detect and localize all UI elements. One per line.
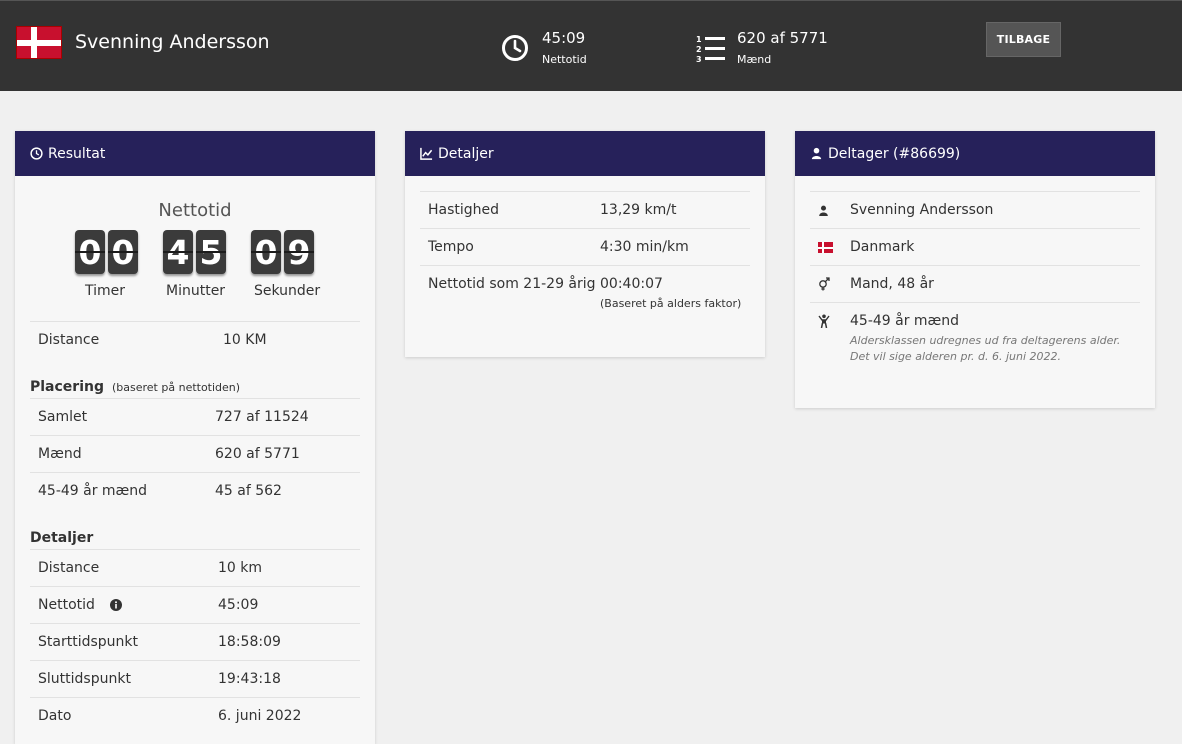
hours-flip: 0 0 <box>75 230 138 274</box>
ranked-list-icon: 1 2 3 <box>696 35 725 63</box>
table-row: Sluttidspunkt 19:43:18 <box>30 660 360 697</box>
seconds-label: Sekunder <box>254 283 321 299</box>
table-row: Hastighed 13,29 km/t <box>420 191 750 228</box>
participant-name-row: Svenning Andersson <box>810 191 1140 228</box>
nettotid-heading: Nettotid <box>158 200 232 221</box>
clock-icon <box>30 147 43 160</box>
clock-icon <box>502 35 528 61</box>
placement-value: 620 af 5771 <box>737 29 828 47</box>
back-button[interactable]: TILBAGE <box>986 22 1061 57</box>
details-card: Detaljer Hastighed 13,29 km/t Tempo 4:30… <box>405 131 765 357</box>
table-row: Tempo 4:30 min/km <box>420 228 750 265</box>
flip-digit: 0 <box>251 230 281 274</box>
participant-country-row: Danmark <box>810 228 1140 265</box>
svg-text:3: 3 <box>696 55 702 63</box>
flip-digit: 4 <box>163 230 193 274</box>
minutes-flip: 4 5 <box>163 230 226 274</box>
details-card-header: Detaljer <box>405 131 765 176</box>
table-row: Nettotid 45:09 <box>30 586 360 623</box>
info-icon[interactable] <box>110 599 122 611</box>
participant-card-title: Deltager (#86699) <box>828 145 961 162</box>
participant-card: Deltager (#86699) Svenning Andersson Dan… <box>795 131 1155 408</box>
table-row: Mænd 620 af 5771 <box>30 435 360 472</box>
line-chart-icon <box>420 147 433 160</box>
flip-digit: 0 <box>75 230 105 274</box>
denmark-flag-icon <box>16 26 62 59</box>
placement-label: Mænd <box>737 53 772 66</box>
table-row: Distance 10 km <box>30 549 360 586</box>
participant-card-header: Deltager (#86699) <box>795 131 1155 176</box>
svg-text:1: 1 <box>696 35 702 44</box>
distance-label: Distance <box>38 332 100 348</box>
flip-digit: 9 <box>284 230 314 274</box>
user-icon <box>819 205 828 216</box>
details-card-title: Detaljer <box>438 145 494 162</box>
denmark-flag-icon <box>818 242 833 253</box>
net-time-value: 45:09 <box>542 29 586 47</box>
top-bar: Svenning Andersson 45:09 Nettotid 1 2 3 … <box>0 0 1182 91</box>
gender-icon <box>819 277 830 291</box>
participant-age-class-row: 45-49 år mænd Aldersklassen udregnes ud … <box>810 302 1140 382</box>
details-section-title: Detaljer <box>30 530 94 546</box>
athlete-name: Svenning Andersson <box>75 31 270 53</box>
placement-section-title: Placering (baseret på nettotiden) <box>30 379 241 395</box>
result-card-title: Resultat <box>48 145 106 162</box>
distance-row: Distance 10 KM <box>30 321 360 358</box>
flip-digit: 0 <box>108 230 138 274</box>
table-row: Dato 6. juni 2022 <box>30 697 360 734</box>
minutes-label: Minutter <box>166 283 226 299</box>
person-cheering-icon <box>818 314 830 328</box>
seconds-flip: 0 9 <box>251 230 314 274</box>
result-card-header: Resultat <box>15 131 375 176</box>
table-row: Samlet 727 af 11524 <box>30 398 360 435</box>
table-row: Starttidspunkt 18:58:09 <box>30 623 360 660</box>
table-row: Nettotid som 21-29 årig 00:40:07 (Basere… <box>420 265 750 325</box>
user-icon <box>811 147 822 160</box>
table-row: 45-49 år mænd 45 af 562 <box>30 472 360 509</box>
distance-value: 10 KM <box>223 332 267 348</box>
net-time-label: Nettotid <box>542 53 587 66</box>
participant-gender-row: Mand, 48 år <box>810 265 1140 302</box>
svg-text:2: 2 <box>696 45 702 54</box>
flip-digit: 5 <box>196 230 226 274</box>
result-card: Resultat Nettotid 0 0 4 5 0 9 Timer Minu… <box>15 131 375 744</box>
hours-label: Timer <box>85 283 126 299</box>
